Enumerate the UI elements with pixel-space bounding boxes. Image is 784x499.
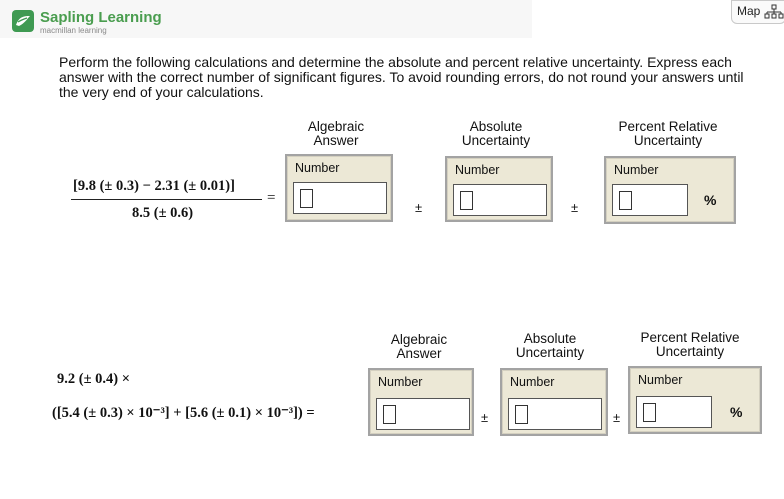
p1-percent-box: Number % [604, 156, 736, 224]
p1-absolute-caret [460, 191, 473, 210]
p2-header-absolute: Absolute Uncertainty [515, 331, 585, 360]
instructions-text: Perform the following calculations and d… [59, 54, 744, 100]
sitemap-icon [764, 4, 784, 19]
p2-percent-box: Number % [628, 366, 762, 434]
p2-absolute-box: Number [500, 368, 608, 436]
header-bar: Sapling Learning macmillan learning [0, 0, 532, 38]
sapling-logo-icon [12, 10, 34, 32]
p1-header-absolute: Absolute Uncertainty [461, 119, 531, 148]
p1-absolute-label: Number [455, 163, 500, 177]
p1-absolute-box: Number [445, 156, 553, 222]
p1-absolute-input[interactable] [453, 184, 547, 216]
p2-header-algebraic: Algebraic Answer [390, 332, 448, 361]
p1-percent-input[interactable] [612, 184, 688, 216]
p1-header-percent: Percent Relative Uncertainty [618, 119, 718, 148]
p2-absolute-input[interactable] [508, 398, 602, 430]
p1-pm-1: ± [415, 200, 423, 215]
p2-percent-label: Number [638, 373, 683, 387]
brand-name: Sapling Learning [40, 9, 162, 26]
p2-absolute-caret [515, 405, 528, 424]
p1-fraction-bar [71, 199, 262, 200]
p2-percent-sign: % [730, 404, 743, 420]
p2-pm-2: ± [613, 410, 621, 425]
p2-algebraic-caret [383, 405, 396, 424]
p1-algebraic-caret [300, 189, 313, 208]
p1-header-algebraic: Algebraic Answer [307, 119, 365, 148]
p2-percent-caret [643, 403, 656, 422]
p2-pm-1: ± [481, 410, 489, 425]
p1-algebraic-label: Number [295, 161, 340, 175]
p2-algebraic-label: Number [378, 375, 423, 389]
p1-percent-label: Number [614, 163, 659, 177]
p2-percent-input[interactable] [636, 396, 712, 428]
map-button-label: Map [737, 4, 761, 18]
p1-percent-caret [619, 191, 632, 210]
p2-header-percent: Percent Relative Uncertainty [640, 330, 740, 359]
p1-algebraic-box: Number [285, 154, 393, 222]
p1-equals: = [267, 190, 276, 206]
p1-pm-2: ± [571, 200, 579, 215]
p2-line2: ([5.4 (± 0.3) × 10⁻³] + [5.6 (± 0.1) × 1… [52, 405, 315, 421]
p2-line1: 9.2 (± 0.4) × [57, 371, 131, 387]
p2-absolute-label: Number [510, 375, 555, 389]
p1-denominator: 8.5 (± 0.6) [132, 205, 194, 221]
p1-algebraic-input[interactable] [293, 182, 387, 214]
p1-numerator: [9.8 (± 0.3) − 2.31 (± 0.01)] [73, 178, 235, 194]
brand-subtitle: macmillan learning [40, 26, 107, 35]
p2-algebraic-input[interactable] [376, 398, 470, 430]
p2-algebraic-box: Number [368, 368, 474, 436]
map-button[interactable]: Map [731, 0, 784, 24]
p1-percent-sign: % [704, 192, 717, 208]
